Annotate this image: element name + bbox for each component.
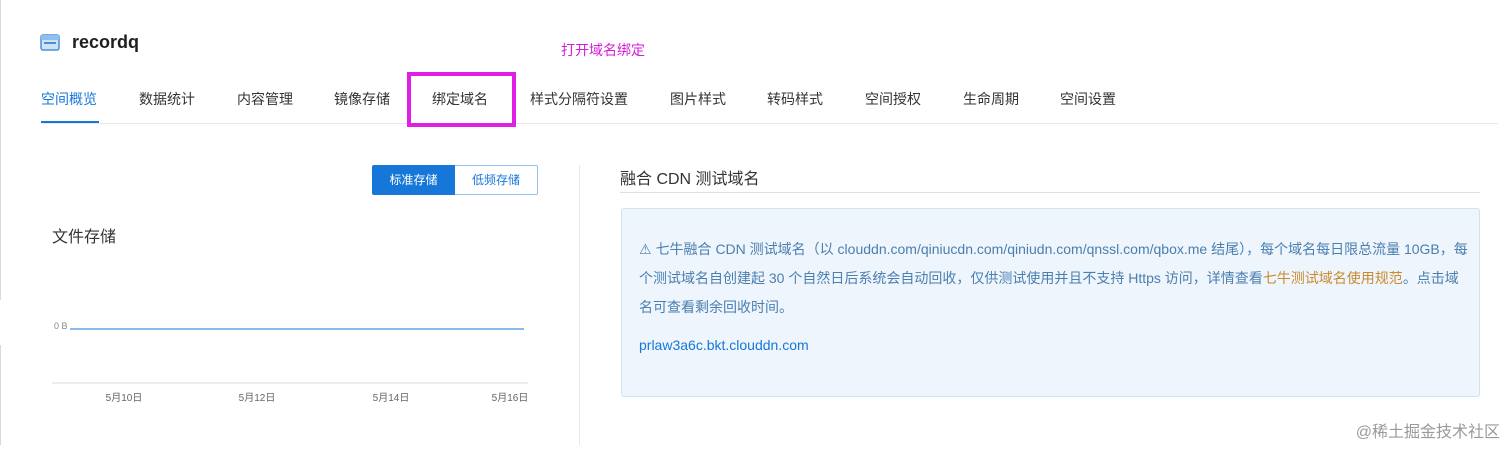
tab-bind-domain[interactable]: 绑定域名 [432, 89, 488, 109]
x-tick-label: 5月12日 [239, 392, 276, 404]
cdn-notice-box: ⚠ 七牛融合 CDN 测试域名（以 clouddn.com/qiniucdn.co… [621, 208, 1480, 397]
active-tab-indicator [41, 121, 99, 123]
bucket-header: recordq [40, 28, 139, 56]
bucket-icon [40, 34, 60, 51]
storage-type-toggle: 标准存储 低频存储 [372, 165, 538, 195]
tab-style-separator[interactable]: 样式分隔符设置 [530, 89, 628, 109]
cdn-section-rule [620, 192, 1480, 193]
file-storage-title: 文件存储 [52, 229, 117, 246]
tab-settings[interactable]: 空间设置 [1060, 89, 1116, 109]
tab-image-style[interactable]: 图片样式 [670, 89, 726, 109]
watermark: @稀土掘金技术社区 [1355, 424, 1500, 441]
tab-authorization[interactable]: 空间授权 [865, 89, 921, 109]
x-tick-label: 5月16日 [492, 392, 529, 404]
tab-content[interactable]: 内容管理 [237, 89, 293, 109]
x-tick-group: 5月10日 5月12日 5月14日 5月16日 [106, 392, 529, 404]
tab-lifecycle[interactable]: 生命周期 [963, 89, 1019, 109]
cdn-notice-text: ⚠ 七牛融合 CDN 测试域名（以 clouddn.com/qiniucdn.co… [639, 235, 1469, 322]
x-tick-label: 5月10日 [106, 392, 143, 404]
tab-overview[interactable]: 空间概览 [41, 89, 97, 109]
test-domain-policy-link[interactable]: 七牛测试域名使用规范 [1263, 270, 1403, 286]
low-frequency-storage-button[interactable]: 低频存储 [455, 165, 538, 195]
bucket-tabs: 空间概览 数据统计 内容管理 镜像存储 绑定域名 样式分隔符设置 图片样式 转码… [41, 83, 1498, 124]
standard-storage-button[interactable]: 标准存储 [372, 165, 455, 195]
x-tick-label: 5月14日 [373, 392, 410, 404]
file-storage-chart: 0 B 5月10日 5月12日 5月14日 5月16日 [52, 321, 529, 404]
panel-edge [0, 0, 1, 300]
tab-statistics[interactable]: 数据统计 [139, 89, 195, 109]
bucket-name: recordq [72, 31, 140, 52]
warning-icon: ⚠ [639, 241, 652, 257]
panel-divider [579, 165, 580, 445]
test-domain-link[interactable]: prlaw3a6c.bkt.clouddn.com [639, 337, 809, 353]
cdn-section-title: 融合 CDN 测试域名 [620, 171, 760, 188]
y-tick-label: 0 B [54, 321, 68, 331]
tab-mirror[interactable]: 镜像存储 [334, 89, 390, 109]
tab-transcode-style[interactable]: 转码样式 [767, 89, 823, 109]
annotation-text: 打开域名绑定 [561, 42, 645, 58]
